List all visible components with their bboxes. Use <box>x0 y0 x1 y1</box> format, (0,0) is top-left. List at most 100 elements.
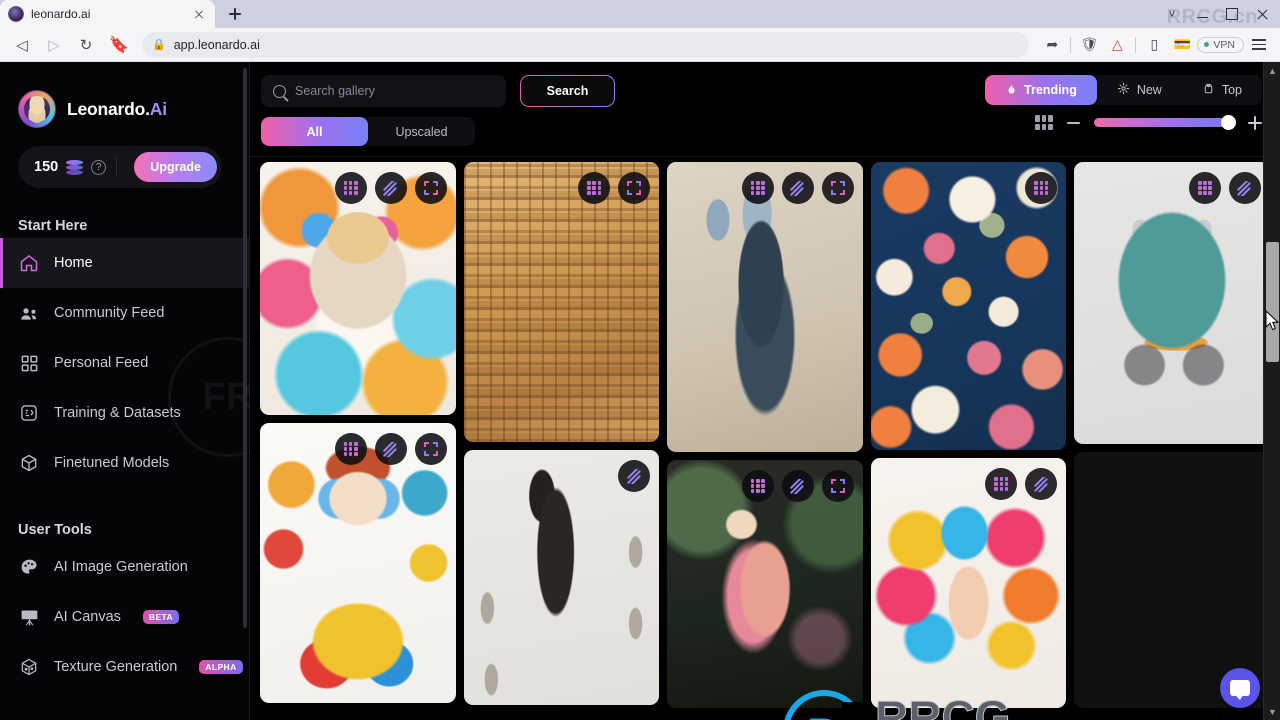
page-content: Leonardo.Ai 150 ? Upgrade Start Here Hom… <box>0 62 1280 720</box>
filter-tab-all[interactable]: All <box>261 117 368 146</box>
tab-list-chevron-down-icon[interactable]: ˅ <box>1158 1 1186 27</box>
gallery-card-egyptian-hieroglyphs-papyrus[interactable] <box>463 162 660 442</box>
gallery-card-blue-haired-warrior-concept[interactable] <box>667 162 863 452</box>
flame-icon <box>1005 82 1017 99</box>
upscale-diagonal-icon[interactable] <box>1228 172 1261 204</box>
brand-name: Leonardo.Ai <box>67 99 167 120</box>
bookmark-icon[interactable]: 🔖 <box>106 32 132 58</box>
brave-shield-icon[interactable]: 🛡 <box>1076 32 1102 58</box>
gallery-card-koala-riding-bicycle[interactable] <box>1074 162 1270 444</box>
upscale-diagonal-icon[interactable] <box>374 433 407 465</box>
question-mark-icon[interactable]: ? <box>91 159 107 175</box>
upscale-diagonal-icon[interactable] <box>781 172 814 204</box>
zoom-out-minus-icon[interactable] <box>1067 121 1080 124</box>
upscale-diagonal-icon[interactable] <box>1025 468 1058 500</box>
gallery-card-dark-warrior-woman-character-sheet[interactable] <box>463 450 660 705</box>
gallery-card-rainbow-hair-woman-portrait[interactable] <box>870 458 1067 708</box>
browser-tab[interactable]: leonardo.ai <box>0 0 215 28</box>
variations-grid-icon[interactable] <box>334 433 367 465</box>
upscale-diagonal-icon[interactable] <box>781 470 814 502</box>
vpn-toggle[interactable]: VPN <box>1197 36 1244 53</box>
variations-grid-icon[interactable] <box>741 470 774 502</box>
home-icon <box>18 252 40 274</box>
expand-fullscreen-icon[interactable] <box>618 172 651 204</box>
forward-arrow-icon[interactable]: ▷ <box>40 31 68 59</box>
sidebar: Leonardo.Ai 150 ? Upgrade Start Here Hom… <box>0 62 250 720</box>
sidebar-panel-icon[interactable]: ▯ <box>1141 32 1167 58</box>
url-bar[interactable]: 🔒 app.leonardo.ai <box>142 31 1030 58</box>
gallery-column <box>1074 162 1270 708</box>
tab-close-icon[interactable] <box>191 6 207 22</box>
trophy-icon <box>1202 82 1215 99</box>
search-button[interactable]: Search <box>520 75 615 107</box>
expand-fullscreen-icon[interactable] <box>821 172 854 204</box>
search-icon <box>273 84 286 98</box>
new-tab-button[interactable] <box>221 0 249 28</box>
sidebar-item-label: Texture Generation <box>54 659 178 675</box>
sidebar-scrollbar[interactable] <box>243 68 247 628</box>
variations-grid-icon[interactable] <box>1188 172 1221 204</box>
variations-grid-icon[interactable] <box>334 172 367 204</box>
zoom-controls <box>1035 115 1262 130</box>
cube-icon <box>18 452 40 474</box>
sidebar-item-finetuned-models[interactable]: Finetuned Models <box>0 438 250 488</box>
sidebar-item-texture-generation[interactable]: Texture Generation ALPHA <box>0 642 250 692</box>
gallery-card-watercolor-lion-sunglasses[interactable] <box>260 162 456 415</box>
window-maximize-button[interactable] <box>1218 1 1246 27</box>
search-input[interactable] <box>295 84 494 98</box>
expand-fullscreen-icon[interactable] <box>414 433 447 465</box>
upscale-diagonal-icon[interactable] <box>618 460 651 492</box>
intercom-chat-button[interactable] <box>1220 668 1260 708</box>
page-scrollbar-thumb[interactable] <box>1266 242 1279 362</box>
search-button-label: Search <box>521 76 614 106</box>
gallery-card-colorful-girl-glasses-backpack[interactable] <box>260 423 456 703</box>
scroll-down-arrow-icon[interactable]: ▼ <box>1264 703 1280 720</box>
sort-tab-trending[interactable]: Trending <box>985 75 1097 105</box>
sidebar-item-community-feed[interactable]: Community Feed <box>0 288 250 338</box>
sort-tab-label: Trending <box>1024 83 1077 97</box>
variations-grid-icon[interactable] <box>1025 172 1058 204</box>
window-minimize-button[interactable] <box>1188 1 1216 27</box>
sidebar-item-label: Finetuned Models <box>54 455 170 471</box>
chat-bubble-icon <box>1230 680 1250 700</box>
wallet-icon[interactable]: 💳 <box>1169 32 1195 58</box>
search-box[interactable] <box>261 75 506 107</box>
reload-icon[interactable]: ↻ <box>72 31 100 59</box>
variations-grid-icon[interactable] <box>985 468 1018 500</box>
scroll-up-arrow-icon[interactable]: ▲ <box>1264 62 1280 79</box>
window-close-button[interactable] <box>1248 1 1276 27</box>
filter-tab-upscaled[interactable]: Upscaled <box>368 117 475 146</box>
browser-window: leonardo.ai ˅ RRCG.cn ◁ ▷ ↻ 🔖 🔒 app.leon… <box>0 0 1280 720</box>
variations-grid-icon[interactable] <box>578 172 611 204</box>
toolbar-divider <box>1070 36 1072 53</box>
share-icon[interactable]: ➦ <box>1039 32 1065 58</box>
sidebar-item-label: AI Image Generation <box>54 559 188 575</box>
grid-layout-icon[interactable] <box>1035 115 1053 130</box>
zoom-slider-knob[interactable] <box>1221 115 1236 130</box>
expand-fullscreen-icon[interactable] <box>821 470 854 502</box>
gallery-card-orange-floral-pattern-navy[interactable] <box>870 162 1067 450</box>
credits-panel: 150 ? Upgrade <box>18 146 222 188</box>
zoom-in-plus-icon[interactable] <box>1248 115 1262 130</box>
hamburger-menu-icon[interactable] <box>1246 32 1272 58</box>
gallery-card-pink-haired-elf-portrait[interactable] <box>667 460 863 708</box>
training-dataset-icon <box>18 402 40 424</box>
upscale-diagonal-icon[interactable] <box>374 172 407 204</box>
brand[interactable]: Leonardo.Ai <box>0 62 250 128</box>
sort-tab-new[interactable]: New <box>1097 75 1182 105</box>
upgrade-button[interactable]: Upgrade <box>134 152 217 182</box>
sidebar-item-ai-image-generation[interactable]: AI Image Generation <box>0 542 250 592</box>
sidebar-item-ai-canvas[interactable]: AI Canvas BETA <box>0 592 250 642</box>
sidebar-item-personal-feed[interactable]: Personal Feed <box>0 338 250 388</box>
sidebar-item-training-datasets[interactable]: Training & Datasets <box>0 388 250 438</box>
sort-tab-top[interactable]: Top <box>1182 75 1262 105</box>
artwork-image <box>1074 162 1270 444</box>
sidebar-item-home[interactable]: Home <box>0 238 250 288</box>
zoom-slider[interactable] <box>1094 115 1236 130</box>
variations-grid-icon[interactable] <box>741 172 774 204</box>
toolbar-divider-2 <box>1135 36 1137 53</box>
brave-leo-icon[interactable]: △ <box>1104 32 1130 58</box>
expand-fullscreen-icon[interactable] <box>414 172 447 204</box>
back-arrow-icon[interactable]: ◁ <box>8 31 36 59</box>
page-scrollbar[interactable]: ▲ ▼ <box>1263 62 1280 720</box>
